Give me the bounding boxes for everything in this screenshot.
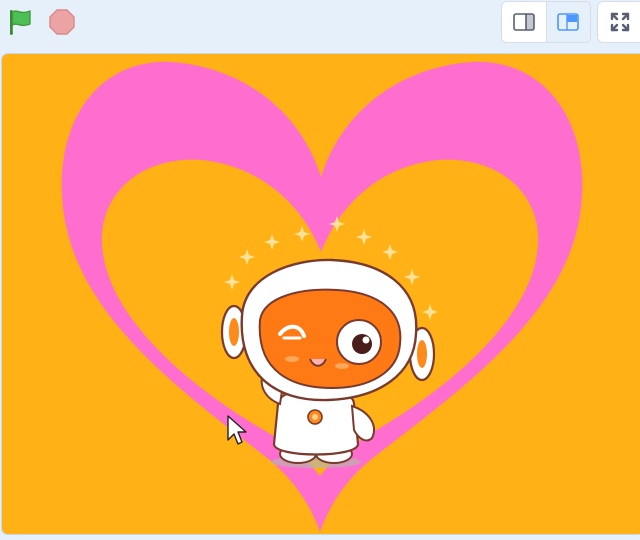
stop-button[interactable]: [46, 6, 78, 38]
fullscreen-icon: [610, 12, 630, 32]
small-stage-button[interactable]: [502, 2, 547, 42]
large-stage-layout-icon: [557, 13, 580, 31]
green-flag-icon: [10, 10, 31, 35]
fullscreen-button[interactable]: [597, 1, 640, 43]
small-stage-layout-icon: [512, 13, 535, 31]
stage-scene: [61, 61, 583, 532]
scratch-player: [0, 0, 640, 540]
large-stage-button[interactable]: [546, 2, 590, 42]
stage-size-toggle: [501, 1, 591, 43]
stage-canvas[interactable]: [1, 53, 640, 535]
green-flag-button[interactable]: [4, 6, 36, 38]
stage-header: [0, 0, 640, 48]
stop-sign-icon: [49, 9, 75, 35]
